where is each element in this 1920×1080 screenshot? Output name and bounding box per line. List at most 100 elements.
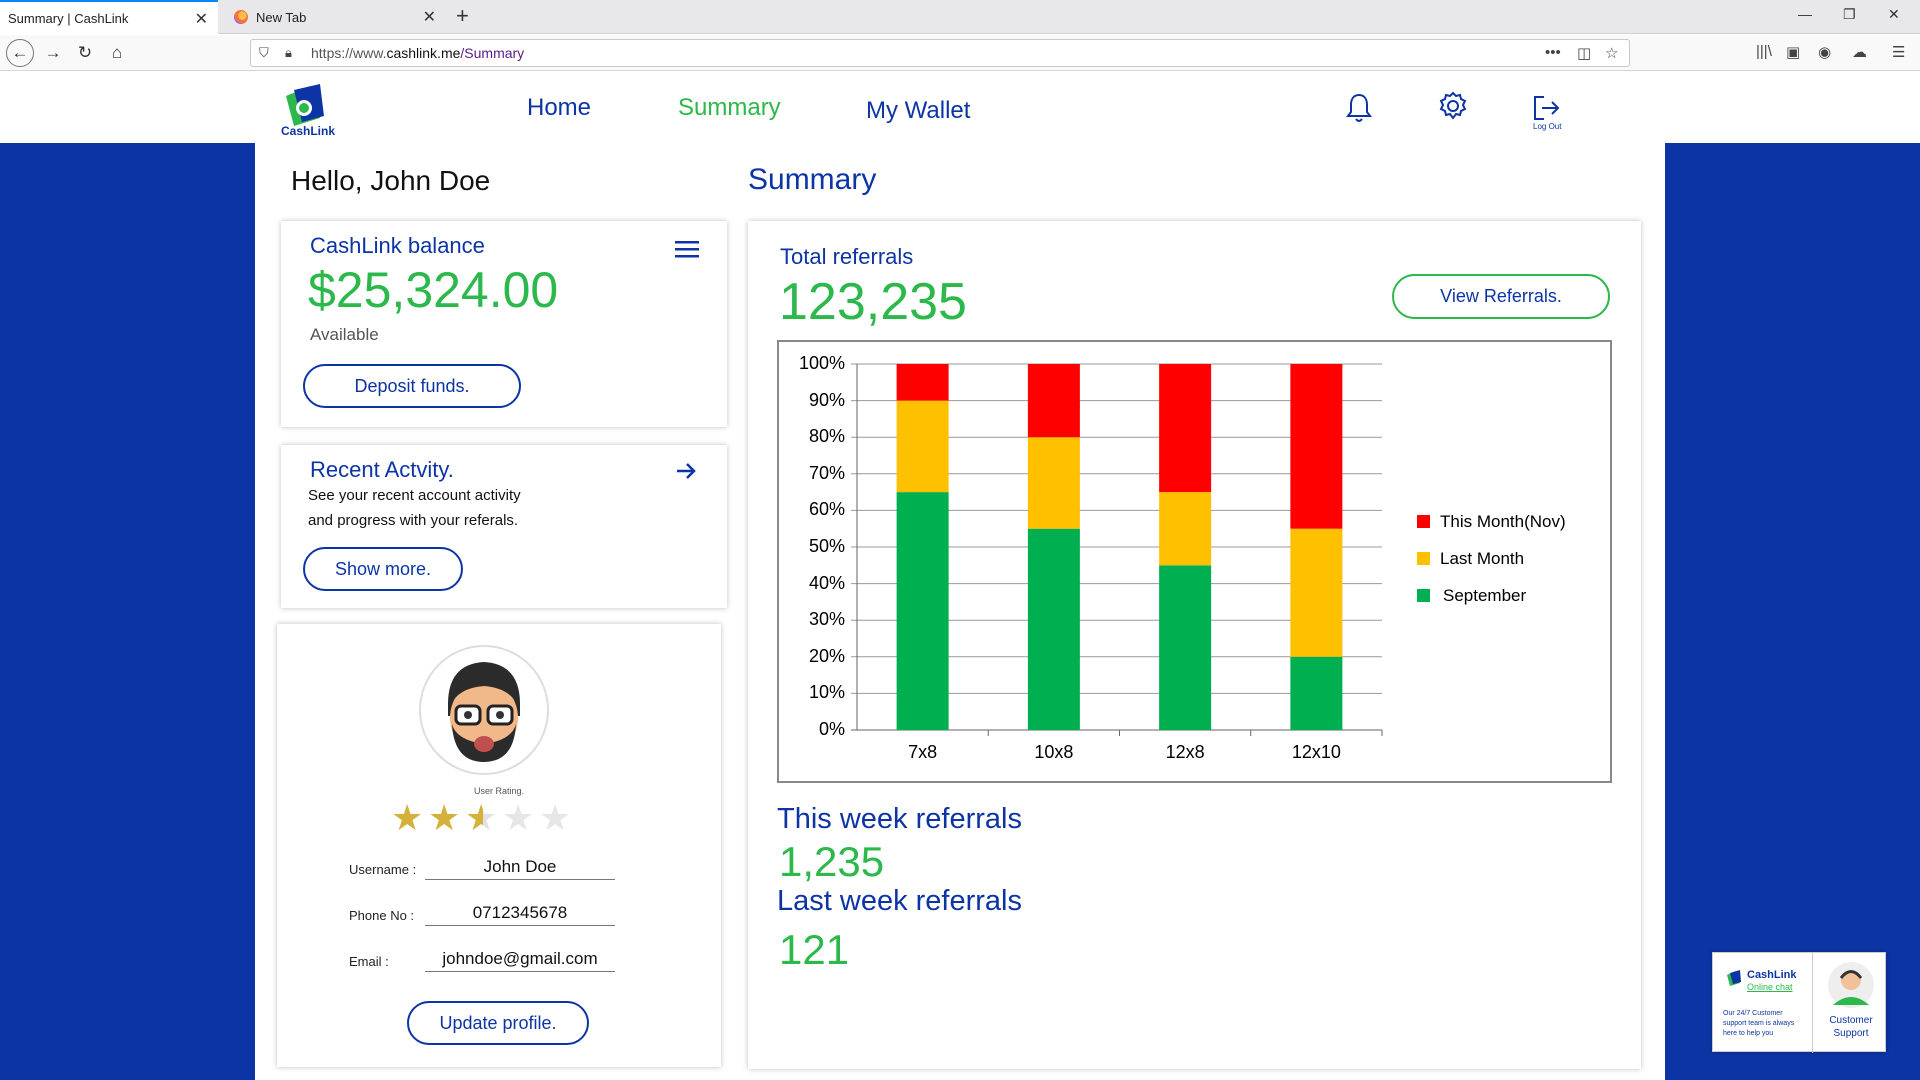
forward-button[interactable]: → xyxy=(40,41,66,65)
home-icon[interactable]: ⌂ xyxy=(104,41,130,65)
total-referrals-value: 123,235 xyxy=(779,273,967,331)
url-path: /Summary xyxy=(460,45,525,61)
greeting: Hello, John Doe xyxy=(291,165,491,196)
balance-status: Available xyxy=(310,325,379,344)
activity-title: Recent Actvity. xyxy=(310,457,454,482)
chart-bar-segment xyxy=(1159,565,1212,730)
url-host: cashlink.me xyxy=(386,45,461,61)
chart-bar-segment xyxy=(1027,437,1080,529)
balance-title: CashLink balance xyxy=(310,233,485,258)
rating-star-empty: ★ xyxy=(502,797,535,838)
activity-text-line1: See your recent account activity xyxy=(308,487,521,504)
summary-heading: Summary xyxy=(748,163,877,196)
close-tab-icon[interactable]: ✕ xyxy=(423,7,436,27)
account-icon[interactable]: ◉ xyxy=(1818,43,1831,61)
url-prefix: https://www. xyxy=(311,45,387,61)
pocket-icon[interactable]: ◫ xyxy=(1577,44,1591,62)
gear-icon[interactable] xyxy=(1437,90,1469,122)
arrow-right-icon[interactable] xyxy=(675,462,697,480)
support-label-line2: Support xyxy=(1833,1028,1869,1039)
hamburger-menu-icon[interactable] xyxy=(675,239,699,259)
chart-bar-segment xyxy=(1027,364,1080,438)
chart-legend-label: Last Month xyxy=(1440,549,1525,568)
chart-x-tick-label: 12x8 xyxy=(1165,742,1205,762)
chart-bar-segment xyxy=(1290,364,1343,529)
chart-legend-label: September xyxy=(1443,586,1527,605)
chart-y-tick-label: 10% xyxy=(808,682,845,703)
rating-star-half: ★ ★ xyxy=(465,797,498,838)
last-week-referrals-value: 121 xyxy=(779,926,850,973)
show-more-button[interactable]: Show more. xyxy=(303,547,463,591)
browser-tab-summary[interactable]: Summary | CashLink ✕ xyxy=(0,0,218,34)
chart-bar-segment xyxy=(896,364,949,401)
chart-y-tick-label: 0% xyxy=(818,719,845,739)
close-tab-icon[interactable]: ✕ xyxy=(195,9,208,29)
lock-icon[interactable]: 🔒︎ xyxy=(285,45,292,61)
deposit-funds-button[interactable]: Deposit funds. xyxy=(303,364,521,408)
username-value: John Doe xyxy=(425,857,615,880)
more-actions-icon[interactable]: ••• xyxy=(1545,44,1561,61)
chart-y-tick-label: 80% xyxy=(808,426,845,447)
chart-bar-segment xyxy=(1290,656,1343,730)
chart-y-tick-label: 30% xyxy=(808,609,845,630)
last-week-referrals-label: Last week referrals xyxy=(777,885,1022,917)
chart-y-tick-label: 60% xyxy=(808,499,845,520)
minimize-button[interactable]: — xyxy=(1798,6,1812,22)
chart-bar-segment xyxy=(1290,528,1343,657)
chat-text: Our 24/7 Customer support team is always… xyxy=(1723,1010,1795,1037)
logout-label[interactable]: Log Out xyxy=(1533,122,1561,131)
chart-bar-segment xyxy=(896,400,949,493)
profile-card: User Rating. Username : John Doe Phone N… xyxy=(277,624,721,1067)
logo-text: CashLink xyxy=(281,124,336,138)
chart-y-tick-label: 50% xyxy=(808,536,845,556)
firefox-icon xyxy=(234,10,248,24)
shield-icon[interactable]: ⛉ xyxy=(259,45,269,61)
tab-title: Summary | CashLink xyxy=(8,10,129,26)
bell-icon[interactable] xyxy=(1344,92,1374,124)
restore-button[interactable]: ❐ xyxy=(1843,6,1856,23)
avatar xyxy=(419,645,549,775)
chart-y-tick-label: 100% xyxy=(798,353,845,373)
recent-activity-card: Recent Actvity. See your recent account … xyxy=(281,445,727,608)
nav-home[interactable]: Home xyxy=(527,94,591,122)
nav-summary[interactable]: Summary xyxy=(678,94,781,122)
bookmark-star-icon[interactable]: ☆ xyxy=(1605,44,1618,62)
chart-bar-segment xyxy=(1159,364,1212,493)
chat-brand: CashLink xyxy=(1747,969,1797,981)
customer-support-avatar-icon[interactable] xyxy=(1827,961,1875,1009)
chart-bar-segment xyxy=(1159,492,1212,566)
nav-my-wallet[interactable]: My Wallet xyxy=(866,97,970,125)
balance-amount: $25,324.00 xyxy=(308,262,559,318)
browser-tab-bar: Summary | CashLink ✕ New Tab ✕ + — ❐ ✕ xyxy=(0,0,1920,34)
view-referrals-button[interactable]: View Referrals. xyxy=(1392,274,1610,319)
username-label: Username : xyxy=(349,862,417,877)
phone-value: 0712345678 xyxy=(425,903,615,926)
cashlink-chat-logo-icon xyxy=(1727,970,1741,986)
chart-x-tick-label: 7x8 xyxy=(908,742,938,762)
balance-card: CashLink balance $25,324.00 Available De… xyxy=(281,221,727,427)
rating-star-full: ★ xyxy=(391,797,424,838)
extension-icon[interactable]: ☁ xyxy=(1852,43,1867,61)
new-tab-button[interactable]: + xyxy=(456,3,469,29)
menu-icon[interactable]: ☰ xyxy=(1892,43,1905,61)
chat-info-panel[interactable]: CashLink Online chat Our 24/7 Customer s… xyxy=(1713,953,1813,1053)
chart-y-tick-label: 90% xyxy=(808,389,845,410)
url-bar[interactable]: ⛉ 🔒︎ https://www. cashlink.me/Summary •••… xyxy=(250,39,1630,67)
total-referrals-label: Total referrals xyxy=(780,244,914,269)
chart-y-tick-label: 40% xyxy=(808,572,845,593)
close-window-button[interactable]: ✕ xyxy=(1888,6,1900,23)
library-icon[interactable]: |||\ xyxy=(1756,43,1772,60)
update-profile-button[interactable]: Update profile. xyxy=(407,1001,589,1045)
reload-button[interactable]: ↻ xyxy=(72,41,98,65)
chat-widget[interactable]: CashLink Online chat Our 24/7 Customer s… xyxy=(1712,952,1886,1053)
tab-title: New Tab xyxy=(256,9,307,25)
chart-x-tick-label: 10x8 xyxy=(1034,742,1074,762)
chart-x-tick-label: 12x10 xyxy=(1291,742,1341,762)
phone-label: Phone No : xyxy=(349,908,415,923)
back-button[interactable]: ← xyxy=(6,39,34,67)
sidebar-icon[interactable]: ▣ xyxy=(1786,43,1800,61)
browser-tab-new[interactable]: New Tab ✕ xyxy=(226,0,446,34)
logout-icon[interactable] xyxy=(1532,94,1562,122)
support-label-line1: Customer xyxy=(1829,1015,1873,1026)
chart-bar-segment xyxy=(1027,528,1080,730)
